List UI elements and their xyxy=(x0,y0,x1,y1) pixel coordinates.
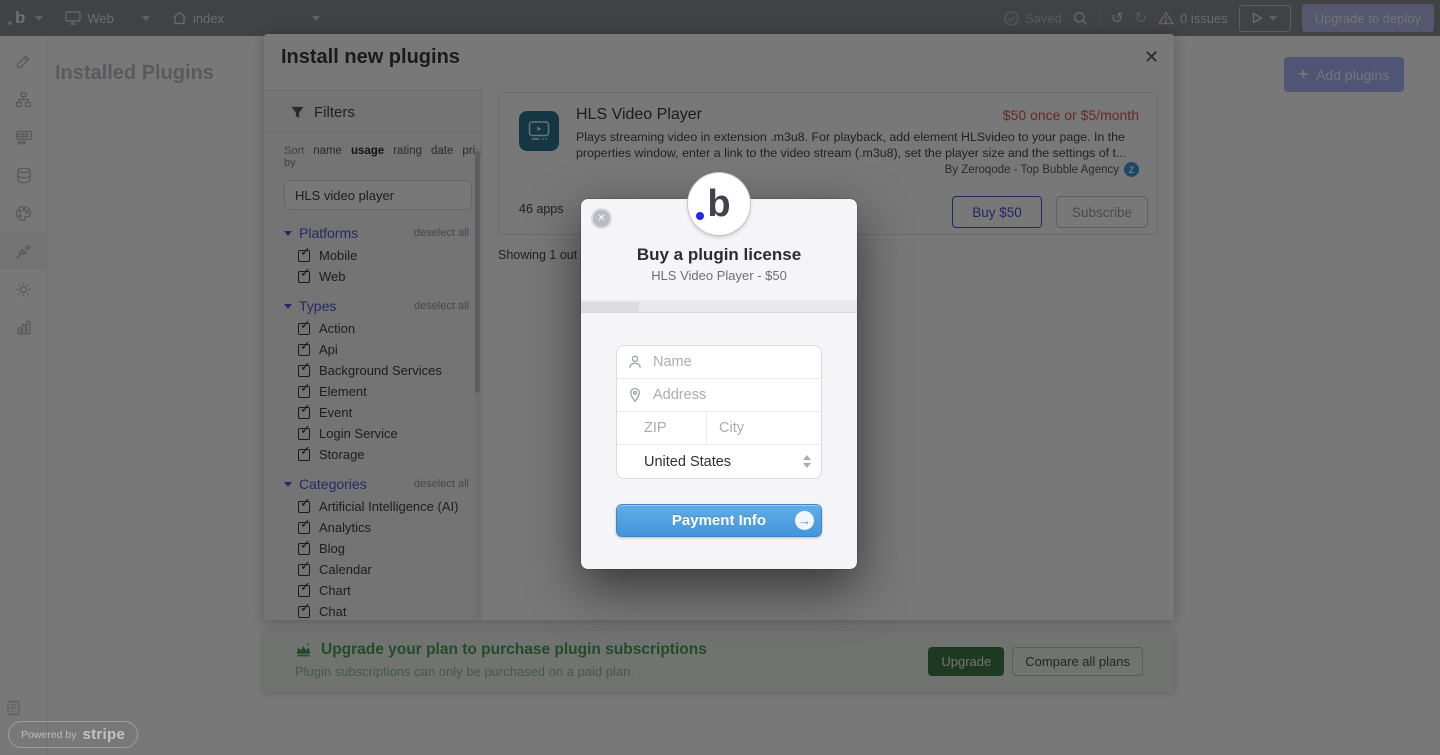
city-field[interactable] xyxy=(719,420,822,436)
name-row xyxy=(617,346,821,379)
arrow-right-icon: → xyxy=(795,511,814,530)
checkout-subtitle: HLS Video Player - $50 xyxy=(581,268,857,283)
address-row xyxy=(617,379,821,412)
zip-field[interactable] xyxy=(644,420,706,436)
bubble-logo-badge: b xyxy=(688,173,750,235)
stripe-logo: stripe xyxy=(82,726,125,743)
map-pin-icon xyxy=(627,387,643,403)
country-select[interactable]: United States xyxy=(617,445,821,478)
screen: b Web index xyxy=(0,0,1440,755)
logo-dot xyxy=(696,212,704,220)
checkout-header-band xyxy=(581,299,857,313)
name-field[interactable] xyxy=(653,354,811,370)
checkout-title: Buy a plugin license xyxy=(581,245,857,265)
address-field[interactable] xyxy=(653,387,811,403)
powered-by-stripe-badge[interactable]: Powered by stripe xyxy=(8,721,138,748)
zip-city-row xyxy=(617,412,821,445)
person-icon xyxy=(627,354,643,370)
payment-info-button[interactable]: Payment Info → xyxy=(616,504,822,537)
close-icon[interactable]: ✕ xyxy=(591,208,612,229)
select-arrows-icon xyxy=(803,455,811,468)
billing-form: United States xyxy=(616,345,822,479)
stripe-checkout-modal: b ✕ Buy a plugin license HLS Video Playe… xyxy=(581,199,857,569)
